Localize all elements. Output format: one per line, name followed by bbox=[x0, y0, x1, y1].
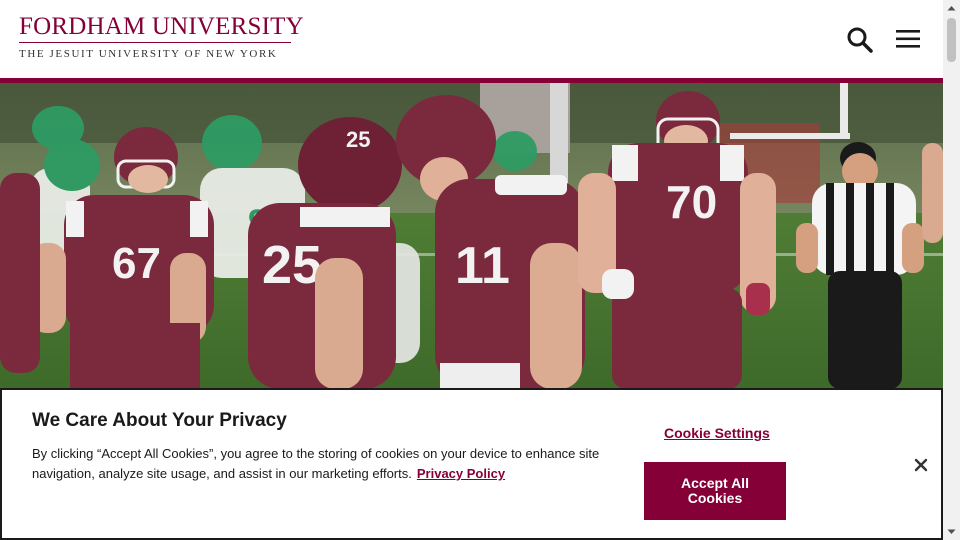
scroll-down-button[interactable] bbox=[943, 523, 960, 540]
scroll-up-arrow-icon bbox=[947, 6, 956, 11]
helmet-number-25: 25 bbox=[346, 127, 370, 152]
close-banner-button[interactable] bbox=[912, 456, 930, 474]
scroll-down-arrow-icon bbox=[947, 529, 956, 534]
privacy-policy-link[interactable]: Privacy Policy bbox=[417, 466, 505, 481]
cookie-banner-body: By clicking “Accept All Cookies”, you ag… bbox=[32, 446, 600, 481]
cookie-banner-text: By clicking “Accept All Cookies”, you ag… bbox=[32, 444, 622, 484]
cookie-banner-title: We Care About Your Privacy bbox=[32, 410, 287, 431]
jersey-number-11: 11 bbox=[455, 237, 510, 295]
jersey-number-70: 70 bbox=[666, 176, 717, 228]
jersey-number-67: 67 bbox=[112, 239, 161, 288]
cookie-settings-link[interactable]: Cookie Settings bbox=[664, 425, 770, 441]
jersey-number-25: 25 bbox=[262, 235, 322, 295]
site-header: FORDHAM UNIVERSITY THE JESUIT UNIVERSITY… bbox=[0, 0, 943, 78]
hero-image: 92 67 25 25 bbox=[0, 83, 943, 389]
scroll-up-button[interactable] bbox=[943, 0, 960, 17]
menu-button[interactable] bbox=[894, 28, 922, 50]
vertical-scrollbar[interactable] bbox=[943, 0, 960, 540]
search-icon bbox=[847, 27, 873, 53]
hamburger-menu-icon bbox=[896, 30, 920, 48]
close-icon bbox=[914, 458, 928, 472]
scroll-thumb[interactable] bbox=[947, 18, 956, 62]
search-button[interactable] bbox=[846, 26, 874, 54]
logo-divider bbox=[19, 42, 291, 43]
logo-title[interactable]: FORDHAM UNIVERSITY bbox=[19, 14, 304, 39]
accept-all-cookies-button[interactable]: Accept All Cookies bbox=[644, 462, 786, 520]
cookie-consent-banner: We Care About Your Privacy By clicking “… bbox=[0, 388, 943, 540]
logo-subtitle[interactable]: THE JESUIT UNIVERSITY OF NEW YORK bbox=[19, 49, 277, 60]
